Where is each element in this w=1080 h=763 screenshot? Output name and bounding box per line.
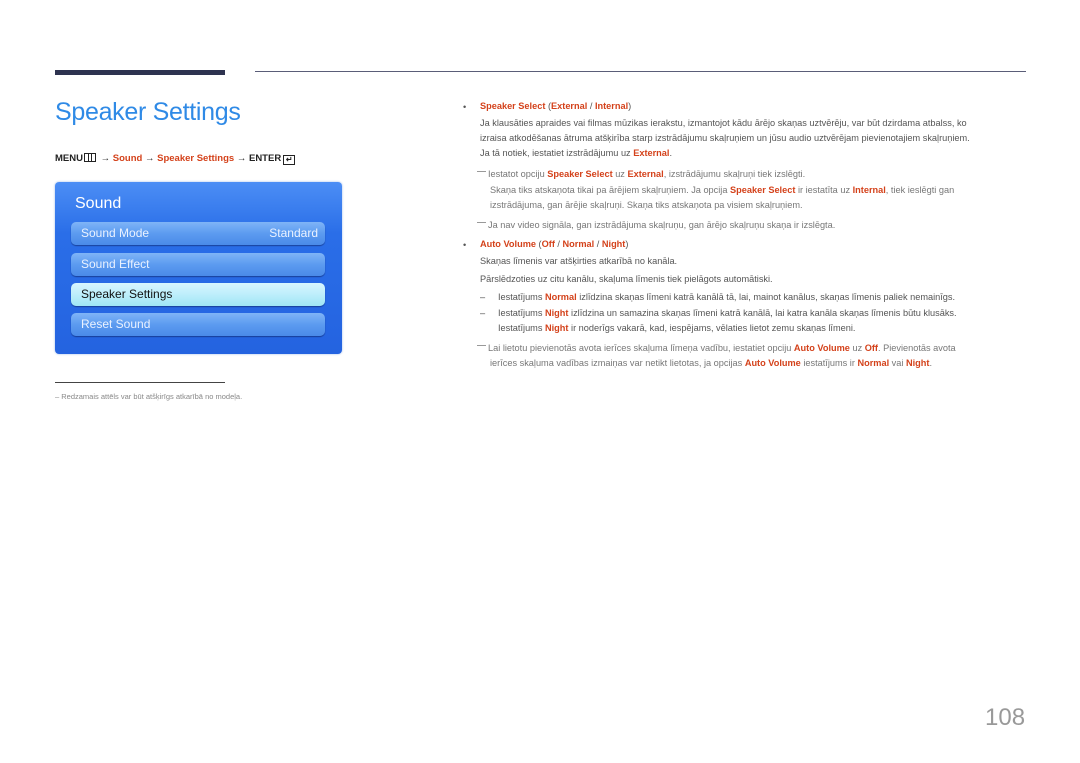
menu-path: MENU → Sound → Speaker Settings → ENTER ↵ [55,153,296,165]
note-icon [477,171,486,172]
auto-volume-heading: Auto Volume (Off / Normal / Night) [480,239,629,249]
paragraph: izraisa atkodēšanas ātruma atšķirība sta… [480,133,970,143]
note: Ja nav video signāla, gan izstrādājuma s… [477,220,835,230]
menu-path-speaker-settings: Speaker Settings [157,153,235,164]
paragraph: Ja klausāties apraides vai filmas mūzika… [480,118,967,128]
paragraph: Ja tā notiek, iestatiet izstrādājumu uz … [480,148,673,158]
menu-item-label: Reset Sound [81,317,151,331]
note-continuation: Skaņa tiks atskaņota tikai pa ārējiem sk… [490,185,955,195]
arrow: → [100,153,111,164]
bullet: • [463,102,467,112]
menu-path-sound: Sound [112,153,143,164]
header-rule [255,71,1026,72]
dash: – [480,292,486,302]
enter-label: ENTER [248,153,282,164]
paragraph: Pārslēdzoties uz citu kanālu, skaļuma lī… [480,274,773,284]
sound-menu-title: Sound [75,195,122,212]
note-icon [477,345,486,346]
speaker-select-heading: Speaker Select (External / Internal) [480,101,632,111]
list-item: Iestatījums Normal izlīdzina skaņas līme… [498,292,956,302]
page-title: Speaker Settings [55,98,241,126]
menu-item-label: Sound Mode [81,226,150,240]
page-number: 108 [985,704,1026,731]
menu-item-sound-mode[interactable]: Sound Mode Standard [71,222,325,245]
sound-menu-panel: Sound Sound Mode Standard Sound Effect S… [55,182,342,354]
arrow: → [236,153,247,164]
menu-item-value: Standard [269,226,318,240]
footnote-rule [55,382,225,383]
note: Iestatot opciju Speaker Select uz Extern… [477,169,805,179]
note: Lai lietotu pievienotās avota ierīces sk… [477,343,956,353]
note-continuation: izstrādājuma, gan ārējie skaļruņi. Skaņa… [490,200,803,210]
note-icon [477,222,486,223]
enter-icon: ↵ [283,155,296,165]
dash: – [480,308,486,318]
menu-item-reset-sound[interactable]: Reset Sound [71,313,325,336]
footnote: – Redzamais attēls var būt atšķirīgs atk… [55,392,243,401]
paragraph: Skaņas līmenis var atšķirties atkarībā n… [480,256,678,266]
menu-item-sound-effect[interactable]: Sound Effect [71,253,325,276]
list-item-continuation: Iestatījums Night ir noderīgs vakarā, ka… [498,323,856,333]
note-continuation: ierīces skaļuma vadības izmaiņas var net… [490,358,933,368]
arrow: → [144,153,155,164]
menu-item-label: Speaker Settings [81,287,173,301]
menu-item-speaker-settings[interactable]: Speaker Settings [71,283,325,306]
header-accent-bar [55,70,225,75]
menu-icon [83,153,96,162]
menu-item-label: Sound Effect [81,257,150,271]
bullet: • [463,240,467,250]
list-item: Iestatījums Night izlīdzina un samazina … [498,308,957,318]
menu-label: MENU [55,153,83,164]
